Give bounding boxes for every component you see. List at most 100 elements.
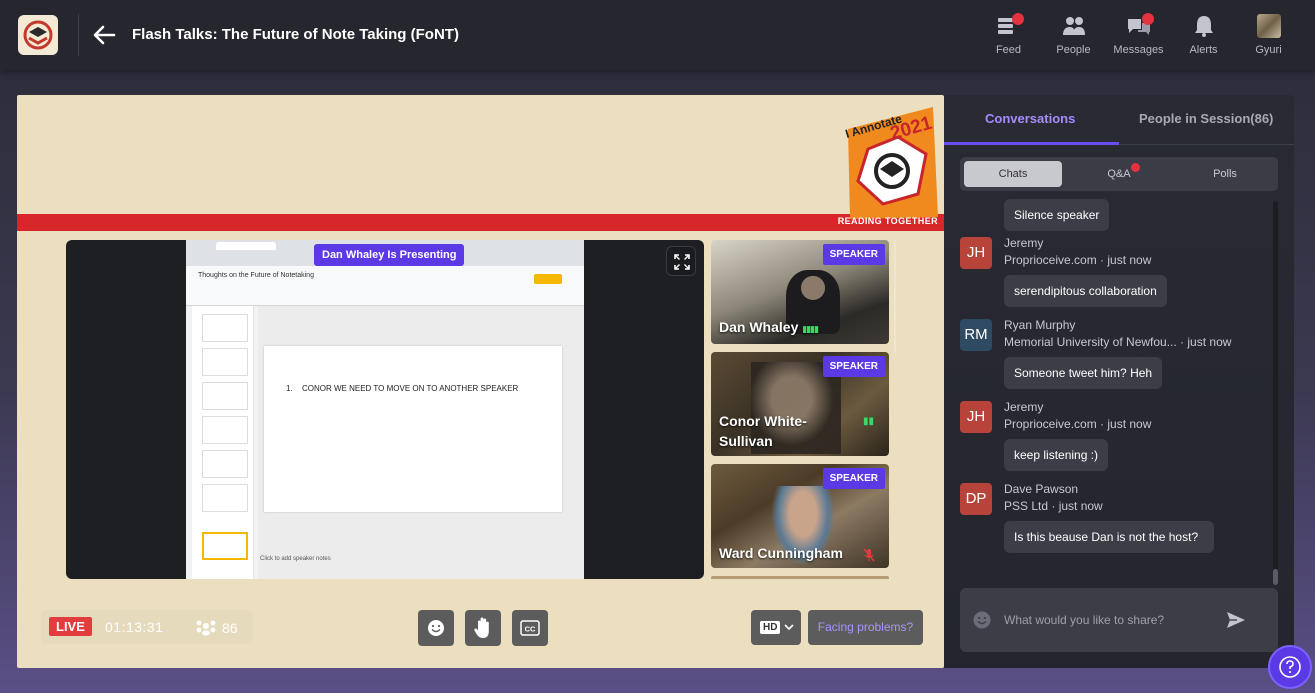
avatar[interactable]: JH: [960, 237, 992, 269]
top-bar: Flash Talks: The Future of Note Taking (…: [0, 0, 1315, 70]
nav-people[interactable]: People: [1041, 12, 1106, 60]
chat-scrollbar[interactable]: [1270, 201, 1280, 585]
fullscreen-button[interactable]: [666, 246, 696, 276]
reaction-button[interactable]: [418, 610, 454, 646]
nav-feed[interactable]: Feed: [976, 12, 1041, 60]
quality-value: HD: [760, 621, 781, 634]
hand-icon: [474, 617, 489, 638]
message-bubble: keep listening :): [1004, 439, 1109, 471]
side-panel: Conversations People in Session(86) Chat…: [944, 95, 1294, 668]
logo-icon: [23, 20, 53, 50]
speaker-badge: SPEAKER: [822, 468, 885, 489]
speaker-name: Dan Whaley ▮▮▮▮: [719, 319, 819, 335]
slide: 1. CONOR WE NEED TO MOVE ON TO ANOTHER S…: [264, 346, 562, 512]
subtab-qa-label: Q&A: [1107, 168, 1131, 180]
shared-screen: Thoughts on the Future of Notetaking 1. …: [186, 240, 584, 579]
event-title: Flash Talks: The Future of Note Taking (…: [132, 26, 459, 43]
divider: [78, 14, 79, 56]
audio-level-icon: ▮▮▮▮: [802, 324, 819, 334]
chat-subtabs: Chats Q&A Polls: [960, 157, 1278, 191]
notification-dot: [1011, 13, 1024, 25]
speaker-tile[interactable]: SPEAKER Ward Cunningham: [711, 464, 889, 568]
panel-tabs: Conversations People in Session(86): [944, 95, 1294, 145]
avatar[interactable]: JH: [960, 401, 992, 433]
message-bubble: Silence speaker: [1004, 199, 1110, 231]
nav-messages-label: Messages: [1113, 44, 1164, 56]
user-avatar: [1256, 14, 1281, 38]
slide-text: CONOR WE NEED TO MOVE ON TO ANOTHER SPEA…: [302, 384, 519, 393]
slide-number: 1.: [286, 384, 293, 393]
send-icon[interactable]: [1225, 610, 1247, 630]
top-nav: Feed People Messages Alerts Gyuri: [976, 12, 1301, 60]
chat-input[interactable]: [1004, 610, 1214, 630]
share-button: [534, 274, 562, 284]
sender-meta: PSS Ltd · just now: [1004, 499, 1103, 513]
nav-alerts[interactable]: Alerts: [1171, 12, 1236, 60]
presenting-badge: Dan Whaley Is Presenting: [314, 244, 465, 266]
nav-alerts-label: Alerts: [1189, 44, 1218, 56]
speaker-notes-hint: Click to add speaker notes: [260, 556, 331, 562]
emoji-picker-icon[interactable]: [972, 610, 992, 630]
sender-name[interactable]: Jeremy: [1004, 236, 1043, 250]
i-annotate-logo: I Annotate 2021: [844, 107, 938, 219]
subtab-chats[interactable]: Chats: [964, 161, 1062, 187]
people-icon: [1061, 14, 1087, 38]
question-icon: [1279, 656, 1301, 678]
sender-meta: Proprioceive.com · just now: [1004, 253, 1152, 267]
help-button[interactable]: [1268, 645, 1312, 689]
messages-icon: [1126, 13, 1154, 38]
nav-people-label: People: [1056, 44, 1091, 56]
speaker-name: Conor White-Sullivan: [719, 413, 807, 449]
quality-select[interactable]: HD: [751, 610, 801, 645]
attendee-count: 86: [222, 620, 238, 636]
chat-composer: [960, 588, 1278, 652]
session-timer: 01:13:31: [105, 619, 164, 635]
scrollbar-thumb[interactable]: [1273, 569, 1278, 585]
active-tab-indicator: [944, 142, 1119, 145]
facing-problems-button[interactable]: Facing problems?: [808, 610, 923, 645]
captions-button[interactable]: CC: [512, 610, 548, 646]
back-arrow-icon[interactable]: [92, 24, 116, 46]
notification-dot: [1141, 13, 1154, 25]
nav-messages[interactable]: Messages: [1106, 12, 1171, 60]
sender-name[interactable]: Ryan Murphy: [1004, 318, 1075, 332]
stage: I Annotate 2021 READING TOGETHER Thought…: [17, 95, 944, 668]
notification-dot: [1131, 163, 1140, 172]
slide-thumbnails: [192, 306, 254, 579]
brand-band: [17, 214, 944, 231]
live-status: LIVE 01:13:31 86: [41, 610, 253, 644]
tiles-scrollbar[interactable]: [894, 240, 896, 354]
app-logo[interactable]: [18, 15, 58, 55]
raise-hand-button[interactable]: [465, 610, 501, 646]
tab-people-in-session[interactable]: People in Session(86): [1139, 111, 1273, 126]
speaker-tile[interactable]: SPEAKER Conor White-Sullivan ▮▮: [711, 352, 889, 456]
emoji-icon: [428, 620, 444, 636]
nav-profile[interactable]: Gyuri: [1236, 12, 1301, 60]
mic-muted-icon: [863, 548, 875, 562]
subtab-qa[interactable]: Q&A: [1070, 161, 1168, 187]
svg-text:CC: CC: [525, 625, 536, 634]
avatar[interactable]: DP: [960, 483, 992, 515]
closed-captions-icon: CC: [520, 620, 540, 636]
sender-meta: Memorial University of Newfou... · just …: [1004, 335, 1232, 349]
avatar[interactable]: RM: [960, 319, 992, 351]
bell-icon: [1191, 14, 1217, 38]
chevron-down-icon: [784, 624, 794, 631]
fullscreen-icon: [674, 254, 690, 270]
event-brand-badge: I Annotate 2021: [838, 99, 940, 229]
subtab-polls[interactable]: Polls: [1176, 161, 1274, 187]
audio-level-icon: ▮▮: [863, 416, 875, 427]
main-video: Thoughts on the Future of Notetaking 1. …: [66, 240, 704, 579]
sender-name[interactable]: Jeremy: [1004, 400, 1043, 414]
tab-conversations[interactable]: Conversations: [985, 111, 1075, 126]
nav-feed-label: Feed: [995, 44, 1022, 56]
speaker-badge: SPEAKER: [822, 244, 885, 265]
sender-meta: Proprioceive.com · just now: [1004, 417, 1152, 431]
attendees-icon: [196, 620, 216, 636]
message-bubble: Is this beause Dan is not the host?: [1004, 521, 1214, 553]
speaker-tile[interactable]: SPEAKER Dan Whaley ▮▮▮▮: [711, 240, 889, 344]
next-tile-peek: [711, 576, 889, 579]
sender-name[interactable]: Dave Pawson: [1004, 482, 1078, 496]
slide-canvas-area: 1. CONOR WE NEED TO MOVE ON TO ANOTHER S…: [258, 306, 584, 579]
doc-title: Thoughts on the Future of Notetaking: [198, 272, 314, 279]
